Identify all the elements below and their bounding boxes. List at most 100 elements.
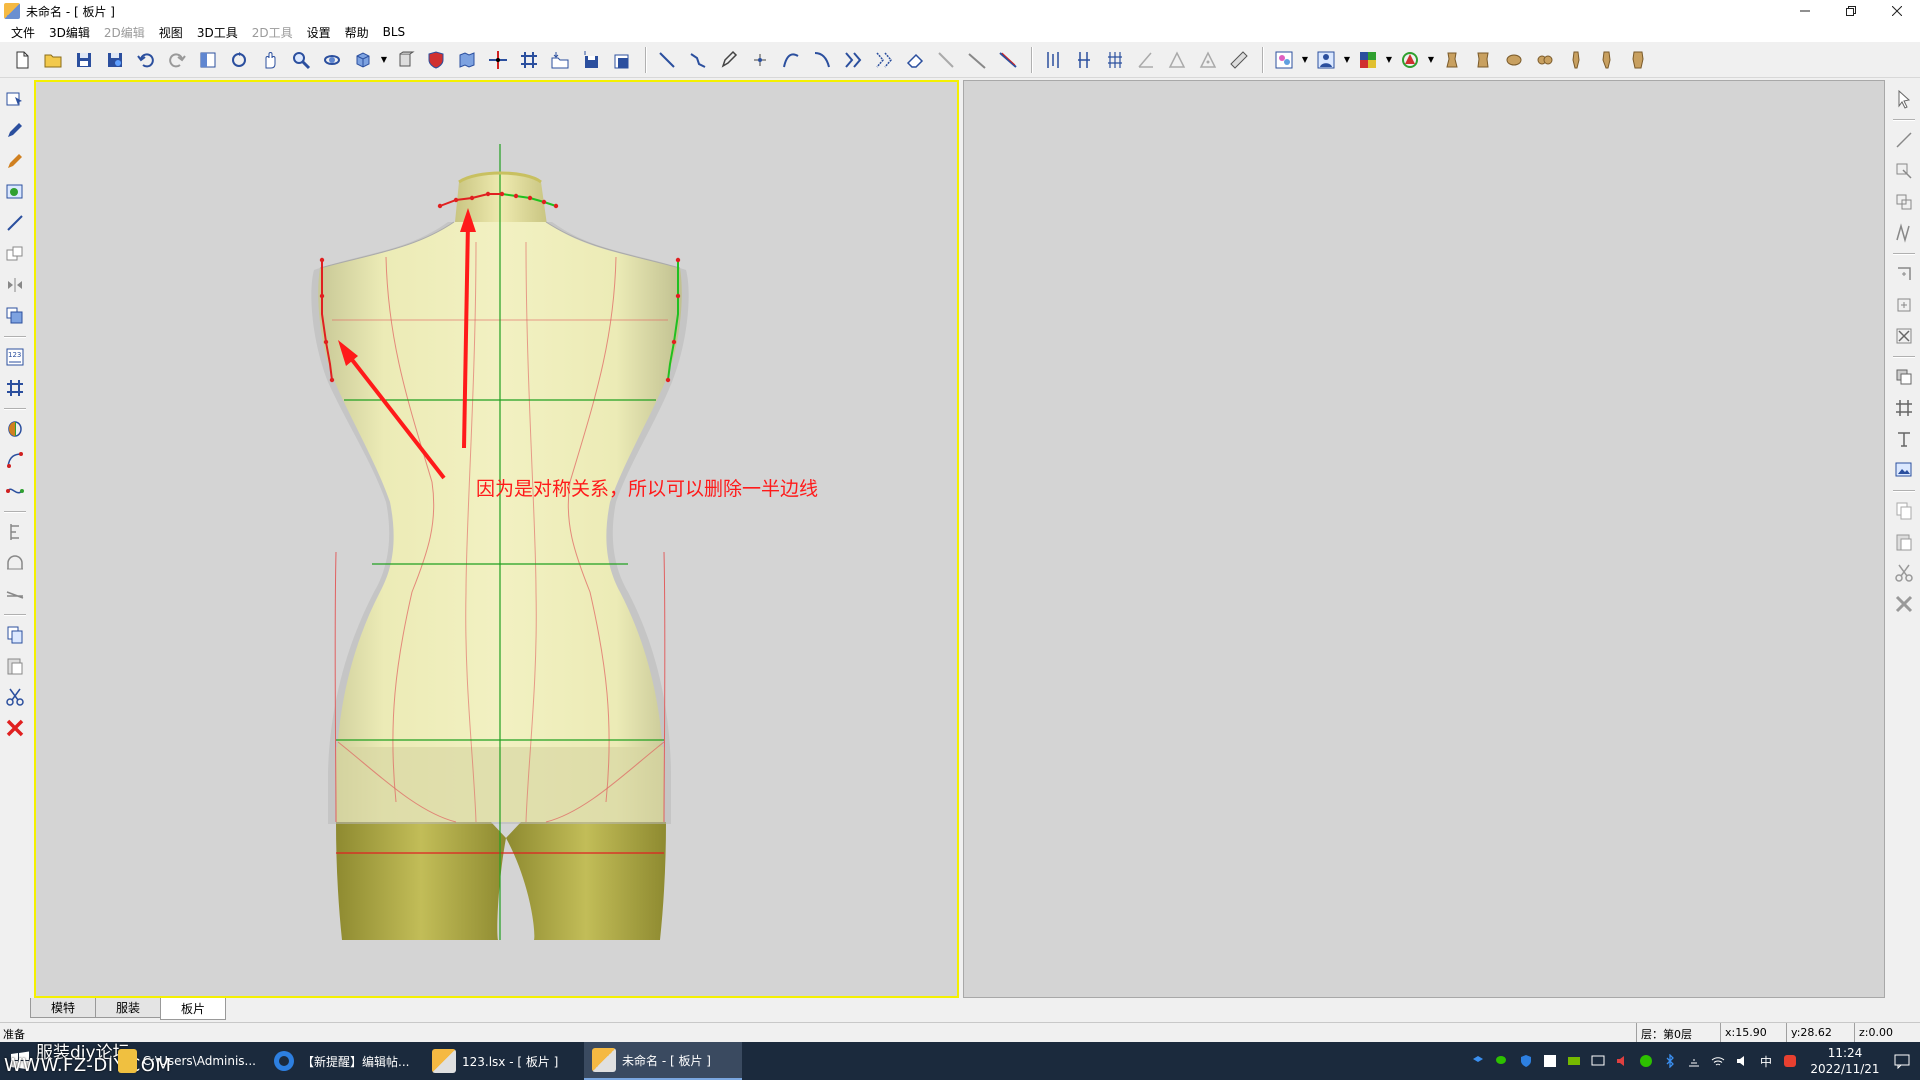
view-cube-dropdown[interactable]: ▼ (380, 46, 388, 74)
copy-shape-button[interactable] (2, 241, 28, 267)
tab-model[interactable]: 模特 (30, 998, 97, 1018)
image-edit-button[interactable] (2, 179, 28, 205)
curve-point-button[interactable] (2, 447, 28, 473)
texture-dropdown[interactable]: ▼ (1301, 46, 1309, 74)
fabric-button[interactable] (1891, 364, 1917, 390)
panel-button[interactable] (194, 46, 222, 74)
point-tool-button[interactable] (746, 46, 774, 74)
restore-button[interactable] (1828, 0, 1874, 22)
triangle-dot-button[interactable] (1194, 46, 1222, 74)
minimize-button[interactable] (1782, 0, 1828, 22)
grid-tool-button[interactable] (2, 375, 28, 401)
network-icon[interactable] (1686, 1053, 1702, 1069)
display-icon[interactable] (1590, 1053, 1606, 1069)
export-button[interactable] (577, 46, 605, 74)
save-button[interactable] (70, 46, 98, 74)
curve-adjust-button[interactable] (2, 478, 28, 504)
mannequin-5-button[interactable] (1562, 46, 1590, 74)
wechat-icon[interactable] (1494, 1053, 1510, 1069)
tab-pattern[interactable]: 板片 (160, 998, 227, 1020)
arch-button[interactable] (2, 550, 28, 576)
mannequin-3-button[interactable] (1500, 46, 1528, 74)
grid-button[interactable] (515, 46, 543, 74)
cut-button[interactable] (2, 684, 28, 710)
numbering-button[interactable]: 123 (2, 344, 28, 370)
add-seam-button[interactable] (1891, 261, 1917, 287)
measure-line-button[interactable] (963, 46, 991, 74)
body-select-dropdown[interactable]: ▼ (1427, 46, 1435, 74)
text-button[interactable] (1891, 426, 1917, 452)
save-copy-button[interactable] (608, 46, 636, 74)
straight-line-button[interactable] (2, 210, 28, 236)
ime-indicator[interactable]: 中 (1758, 1053, 1774, 1069)
split-curve-button[interactable] (839, 46, 867, 74)
save-as-button[interactable] (101, 46, 129, 74)
select-pattern-button[interactable] (2, 86, 28, 112)
tab-garment[interactable]: 服装 (95, 998, 162, 1018)
layers-button[interactable] (2, 303, 28, 329)
curve-tool-button[interactable] (777, 46, 805, 74)
avatar-view-button[interactable] (1312, 46, 1340, 74)
menu-2d-edit[interactable]: 2D编辑 (97, 24, 152, 41)
measure-2d-button[interactable] (1891, 220, 1917, 246)
pen-tool-button[interactable] (715, 46, 743, 74)
bluetooth-icon[interactable] (1662, 1053, 1678, 1069)
color-grid-button[interactable] (1354, 46, 1382, 74)
menu-3d-edit[interactable]: 3D编辑 (42, 24, 97, 41)
speaker-red-icon[interactable] (1614, 1053, 1630, 1069)
mannequin-2-button[interactable] (1469, 46, 1497, 74)
new-file-button[interactable] (8, 46, 36, 74)
front-view-button[interactable] (391, 46, 419, 74)
mannequin-6-button[interactable] (1593, 46, 1621, 74)
view-cube-button[interactable] (349, 46, 377, 74)
volume-icon[interactable] (1734, 1053, 1750, 1069)
menu-help[interactable]: 帮助 (338, 24, 376, 41)
close-button[interactable] (1874, 0, 1920, 22)
align-center-button[interactable] (1070, 46, 1098, 74)
pointer-button[interactable] (1891, 86, 1917, 112)
align-vertical-button[interactable] (1039, 46, 1067, 74)
orbit-button[interactable] (318, 46, 346, 74)
menu-bls[interactable]: BLS (376, 25, 413, 39)
taskbar-item-explorer[interactable]: C:\Users\Adminis... (110, 1042, 256, 1080)
curve-edit-button[interactable] (808, 46, 836, 74)
distribute-button[interactable] (1101, 46, 1129, 74)
measure-red-button[interactable] (994, 46, 1022, 74)
draw-2d-line-button[interactable] (1891, 127, 1917, 153)
slope-button[interactable] (2, 581, 28, 607)
avatar-view-dropdown[interactable]: ▼ (1343, 46, 1351, 74)
mannequin-3d[interactable] (36, 82, 959, 998)
delete-button[interactable] (2, 715, 28, 741)
mannequin-1-button[interactable] (1438, 46, 1466, 74)
menu-file[interactable]: 文件 (4, 24, 42, 41)
pan-button[interactable] (256, 46, 284, 74)
zoom-button[interactable] (287, 46, 315, 74)
paste-button[interactable] (2, 653, 28, 679)
garment-view-button[interactable] (453, 46, 481, 74)
mannequin-4-button[interactable] (1531, 46, 1559, 74)
body-select-button[interactable] (1396, 46, 1424, 74)
texture-button[interactable] (1270, 46, 1298, 74)
ruler-button[interactable] (1225, 46, 1253, 74)
import-button[interactable] (546, 46, 574, 74)
image-2d-button[interactable] (1891, 457, 1917, 483)
copy-2d-button[interactable] (1891, 498, 1917, 524)
remove-seam-button[interactable] (1891, 323, 1917, 349)
shield-view-button[interactable] (422, 46, 450, 74)
ruler-light-button[interactable] (932, 46, 960, 74)
angle-button[interactable] (1132, 46, 1160, 74)
taskbar-item-123lsx[interactable]: 123.lsx - [ 板片 ] (424, 1042, 582, 1080)
security-shield-icon[interactable] (1518, 1053, 1534, 1069)
nvidia-icon[interactable] (1566, 1053, 1582, 1069)
green-app-icon[interactable] (1638, 1053, 1654, 1069)
mirror-button[interactable] (2, 272, 28, 298)
triangle-button[interactable] (1163, 46, 1191, 74)
notification-button[interactable] (1884, 1053, 1920, 1069)
redo-button[interactable] (163, 46, 191, 74)
line-tool-button[interactable] (653, 46, 681, 74)
system-clock[interactable]: 11:24 2022/11/21 (1806, 1045, 1884, 1077)
polyline-tool-button[interactable] (684, 46, 712, 74)
menu-2d-tools[interactable]: 2D工具 (245, 24, 300, 41)
copy-button[interactable] (2, 622, 28, 648)
viewport-3d[interactable]: 因为是对称关系，所以可以删除一半边线 (34, 80, 959, 998)
